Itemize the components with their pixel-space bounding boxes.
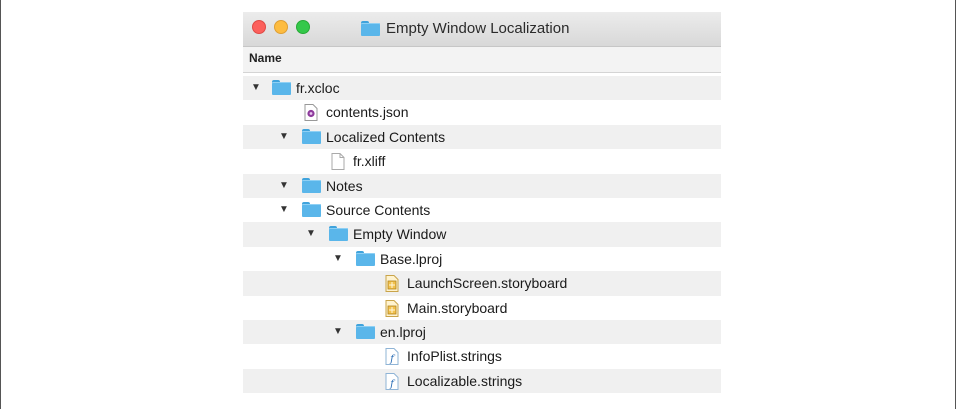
disclosure-triangle-icon[interactable]: ▼: [279, 204, 289, 216]
tree-row[interactable]: ▼ Empty Window: [243, 222, 721, 247]
folder-icon: [361, 20, 380, 36]
tree-item-label: contents.json: [326, 104, 409, 121]
window-title: Empty Window Localization: [361, 18, 569, 38]
strings-file-icon: f: [385, 348, 399, 370]
tree-row[interactable]: ▼ fr.xcloc: [243, 76, 721, 101]
disclosure-triangle-icon[interactable]: ▼: [279, 180, 289, 192]
tree-row[interactable]: contents.json: [243, 100, 721, 124]
tree-row[interactable]: ▼ Notes: [243, 173, 721, 198]
tree-item-label: InfoPlist.strings: [407, 348, 502, 365]
tree-item-label: LaunchScreen.storyboard: [407, 275, 568, 292]
tree-row[interactable]: ▼ Base.lproj: [243, 247, 721, 271]
tree-item-label: fr.xcloc: [296, 80, 340, 96]
name-column-label: Name: [249, 51, 282, 65]
storyboard-file-icon: [385, 275, 399, 297]
tree-item-label: Base.lproj: [380, 250, 443, 267]
tree-item-label: Localizable.strings: [407, 372, 523, 389]
tree-row[interactable]: ▼ en.lproj: [243, 319, 721, 345]
tree-item-label: Source Contents: [326, 201, 431, 218]
tree-item-label: Localized Contents: [326, 128, 446, 145]
disclosure-triangle-icon[interactable]: ▼: [251, 82, 261, 94]
tree-row[interactable]: ▼ Source Contents: [243, 198, 721, 222]
disclosure-triangle-icon[interactable]: ▼: [333, 253, 343, 265]
tree-row[interactable]: f InfoPlist.strings: [243, 344, 721, 368]
json-file-icon: [304, 104, 318, 126]
title-bar: Empty Window Localization: [243, 12, 721, 47]
tree-row[interactable]: f Localizable.strings: [243, 368, 721, 395]
tree-item-label: en.lproj: [380, 323, 426, 340]
frame-left-border: [0, 0, 1, 409]
tree-item-label: Main.storyboard: [407, 299, 508, 316]
finder-window: Empty Window Localization Name ▼ fr.xclo…: [243, 12, 721, 409]
window-title-text: Empty Window Localization: [386, 19, 570, 37]
tree-item-label: Empty Window: [353, 226, 447, 243]
tree-item-label: fr.xliff: [353, 153, 386, 170]
tree-row[interactable]: fr.xliff: [243, 149, 721, 173]
disclosure-triangle-icon[interactable]: ▼: [306, 228, 316, 240]
storyboard-file-icon: [385, 299, 399, 322]
zoom-button[interactable]: [296, 20, 310, 34]
file-icon: [331, 153, 345, 175]
minimize-button[interactable]: [274, 20, 288, 34]
tree-row[interactable]: ▼ Localized Contents: [243, 124, 721, 150]
strings-file-icon: f: [385, 372, 399, 395]
disclosure-triangle-icon[interactable]: ▼: [333, 326, 343, 338]
tree-item-label: Notes: [326, 177, 363, 194]
file-tree: ▼ fr.xcloc contents.json ▼ Localized Con…: [243, 76, 721, 395]
tree-row[interactable]: LaunchScreen.storyboard: [243, 271, 721, 297]
close-button[interactable]: [252, 20, 266, 34]
name-column-header[interactable]: Name: [243, 47, 721, 73]
tree-row[interactable]: Main.storyboard: [243, 296, 721, 320]
disclosure-triangle-icon[interactable]: ▼: [279, 131, 289, 143]
